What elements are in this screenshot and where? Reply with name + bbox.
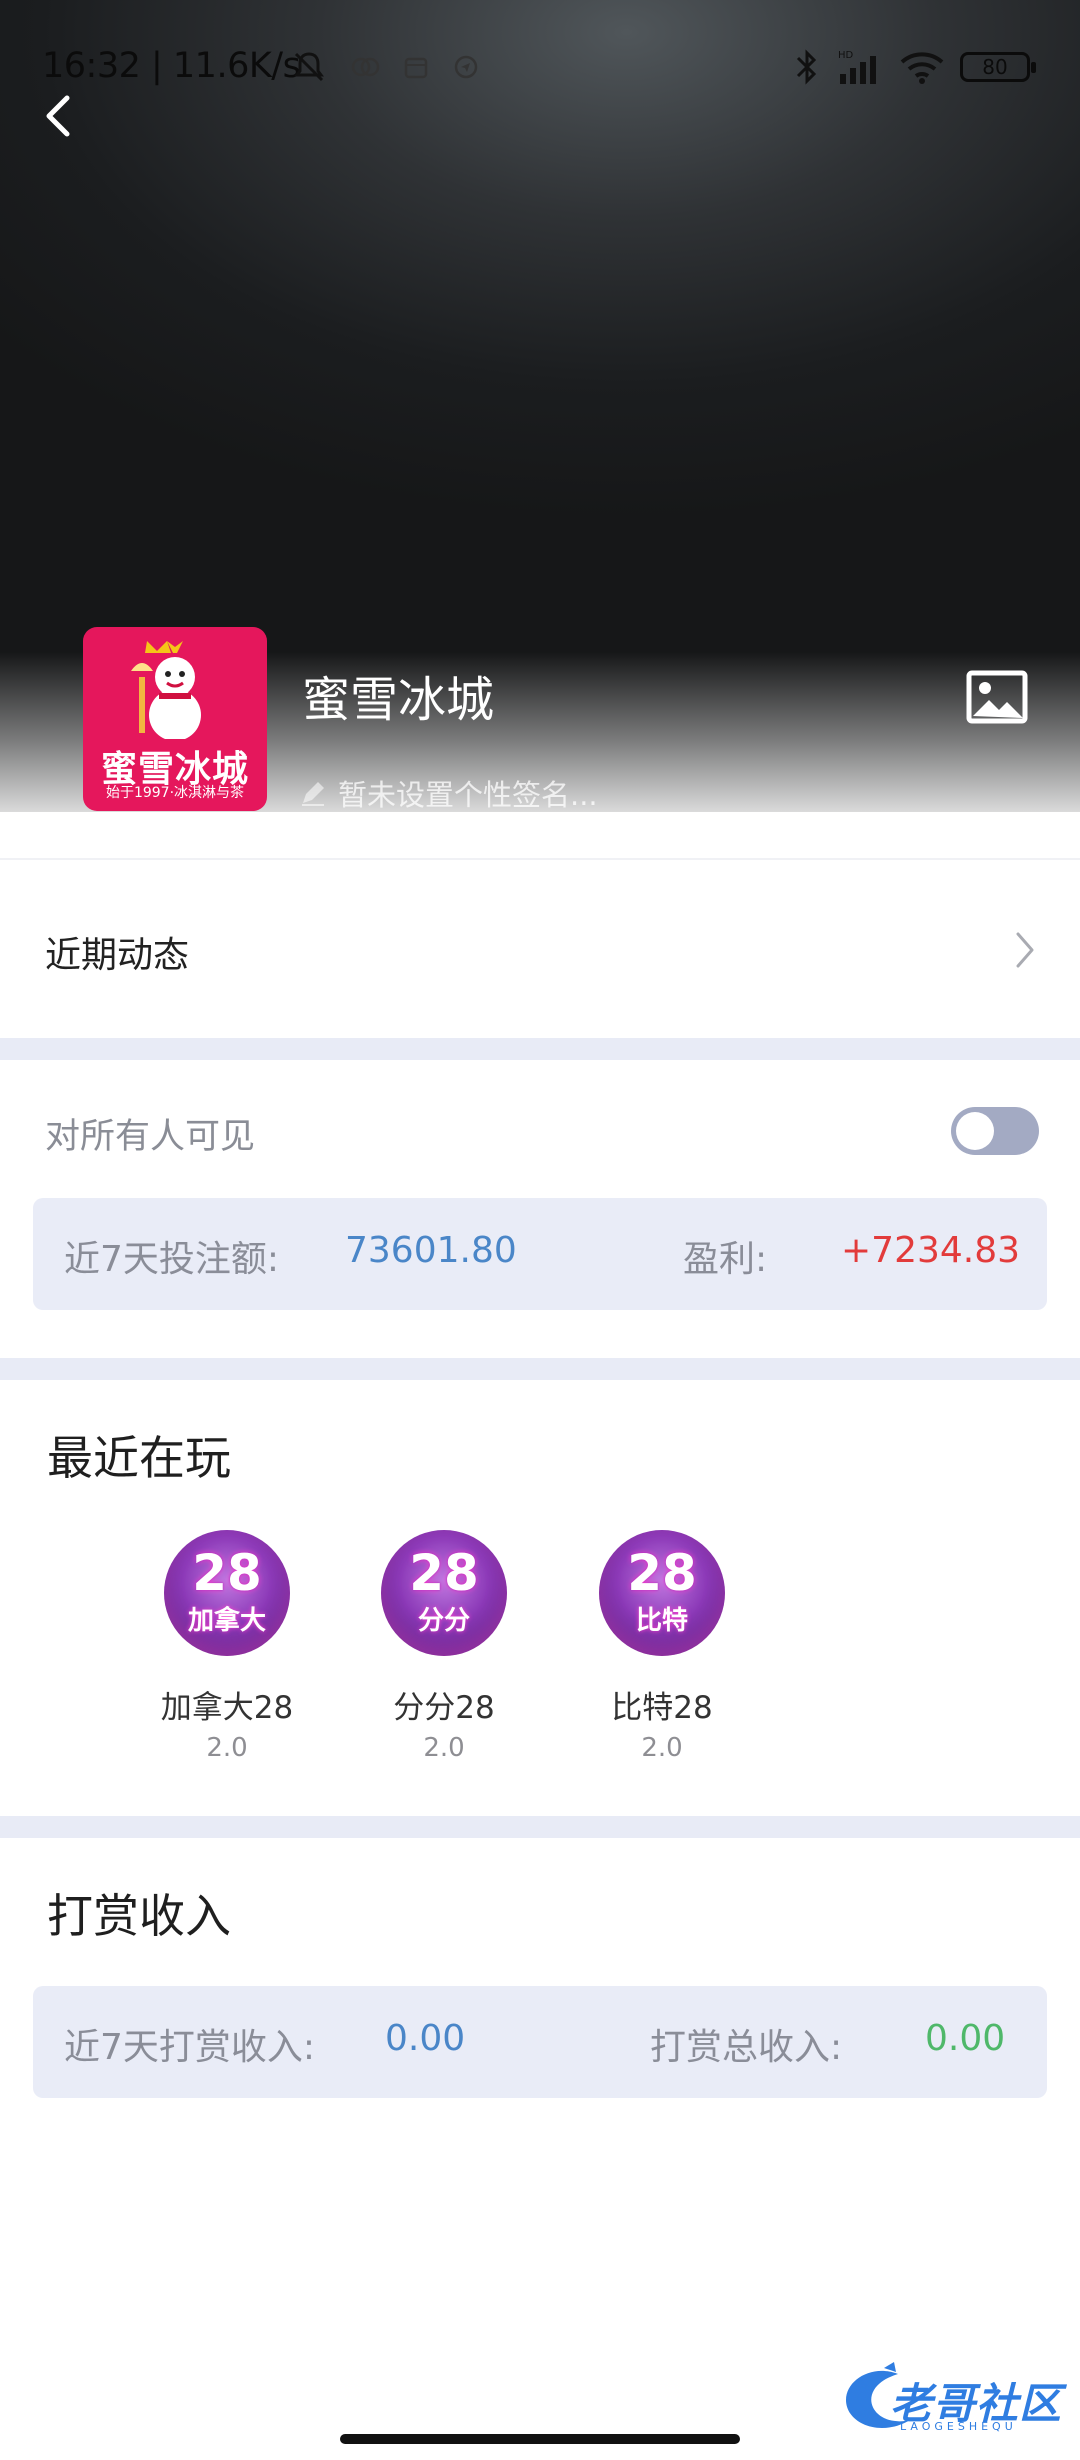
game-icon-canada28: 28 加拿大 xyxy=(164,1530,290,1656)
app-notification-icon xyxy=(351,57,380,77)
signature-placeholder: 暂未设置个性签名... xyxy=(338,778,598,812)
section-divider xyxy=(0,1816,1080,1838)
signal-icon: HD xyxy=(838,50,876,84)
toggle-knob xyxy=(956,1112,994,1150)
game-item-canada28[interactable]: 28 加拿大 加拿大28 2.0 xyxy=(137,1530,317,1763)
visibility-toggle[interactable] xyxy=(951,1107,1039,1155)
game-icon-fenfen28: 28 分分 xyxy=(381,1530,507,1656)
tip-income-card: 近7天打赏收入: 0.00 打赏总收入: 0.00 xyxy=(33,1986,1047,2098)
tip-recent-label: 近7天打赏收入: xyxy=(64,2027,316,2068)
visibility-row: 对所有人可见 xyxy=(0,1090,1080,1170)
calendar-notification-icon xyxy=(404,57,428,79)
tip-total-value: 0.00 xyxy=(925,2018,1006,2059)
game-item-fenfen28[interactable]: 28 分分 分分28 2.0 xyxy=(354,1530,534,1763)
home-indicator[interactable] xyxy=(340,2434,740,2444)
profit-label: 盈利: xyxy=(683,1239,768,1280)
status-system-icons: HD 80 xyxy=(794,48,1036,86)
profile-name: 蜜雪冰城 xyxy=(302,672,495,728)
game-icon-number: 28 xyxy=(409,1544,479,1602)
avatar-tagline: 始于1997·冰淇淋与茶 xyxy=(105,785,245,801)
game-icon-number: 28 xyxy=(627,1544,697,1602)
back-button[interactable] xyxy=(34,92,82,140)
game-version: 2.0 xyxy=(641,1733,683,1763)
visibility-label: 对所有人可见 xyxy=(45,1117,256,1157)
chevron-left-icon xyxy=(46,95,70,137)
game-version: 2.0 xyxy=(206,1733,248,1763)
game-name: 加拿大28 xyxy=(160,1690,294,1726)
game-name: 比特28 xyxy=(611,1690,713,1726)
profit-value: +7234.83 xyxy=(841,1230,1021,1271)
status-time: 16:32 | 11.6K/s xyxy=(42,46,301,86)
wifi-icon xyxy=(900,52,944,84)
bet-amount-label: 近7天投注额: xyxy=(64,1239,280,1280)
game-name: 分分28 xyxy=(393,1690,495,1726)
change-cover-photo-icon[interactable] xyxy=(966,670,1028,724)
bluetooth-icon xyxy=(796,49,817,85)
profile-header: 16:32 | 11.6K/s HD 80 蜜雪冰城 始于1997·冰淇淋与茶 … xyxy=(0,0,1080,812)
tip-total-label: 打赏总收入: xyxy=(650,2027,843,2068)
status-bar: 16:32 | 11.6K/s HD 80 xyxy=(0,40,1080,100)
recent-activity-label: 近期动态 xyxy=(45,935,190,976)
chevron-right-icon xyxy=(1016,932,1034,968)
network-badge: HD xyxy=(838,50,854,61)
game-item-bit28[interactable]: 28 比特 比特28 2.0 xyxy=(572,1530,752,1763)
recently-played-title: 最近在玩 xyxy=(47,1431,231,1485)
section-divider xyxy=(0,1358,1080,1380)
watermark-subtext: LAOGESHEQU xyxy=(900,2420,1017,2433)
status-notification-icons xyxy=(290,48,480,86)
game-version: 2.0 xyxy=(423,1733,465,1763)
avatar[interactable]: 蜜雪冰城 始于1997·冰淇淋与茶 xyxy=(83,627,267,811)
game-icon-text: 加拿大 xyxy=(187,1606,266,1636)
signature-edit[interactable]: 暂未设置个性签名... xyxy=(298,772,598,812)
battery-indicator: 80 xyxy=(960,52,1036,82)
tip-recent-value: 0.00 xyxy=(385,2018,466,2059)
game-icon-number: 28 xyxy=(192,1544,262,1602)
game-icon-bit28: 28 比特 xyxy=(599,1530,725,1656)
bet-stats-card: 近7天投注额: 73601.80 盈利: +7234.83 xyxy=(33,1198,1047,1310)
watermark-logo: 老哥社区 LAOGESHEQU xyxy=(838,2360,1068,2436)
game-icon-text: 比特 xyxy=(635,1606,688,1636)
recent-activity-row[interactable]: 近期动态 xyxy=(0,860,1080,1038)
snowman-mascot-icon xyxy=(131,641,201,739)
bet-amount-value: 73601.80 xyxy=(345,1230,517,1271)
pencil-icon xyxy=(302,782,324,806)
tip-income-title: 打赏收入 xyxy=(47,1889,231,1943)
bell-muted-icon xyxy=(294,52,324,82)
game-icon-text: 分分 xyxy=(417,1606,470,1636)
section-divider xyxy=(0,1038,1080,1060)
send-notification-icon xyxy=(454,55,478,79)
